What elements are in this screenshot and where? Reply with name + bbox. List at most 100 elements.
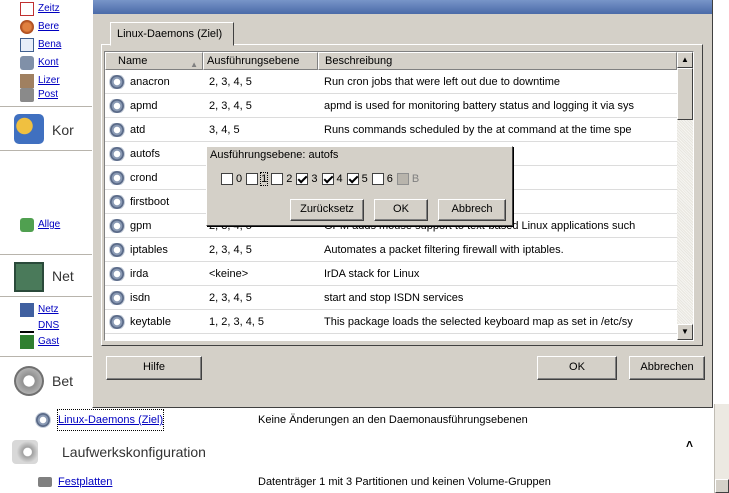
table-row[interactable]: anacron 2, 3, 4, 5 Run cron jobs that were…	[105, 70, 677, 94]
sidebar-link-allgemein[interactable]: Allge	[38, 219, 60, 231]
table-row[interactable]: keytable 1, 2, 3, 4, 5 This package loads …	[105, 310, 677, 334]
reset-button[interactable]: Zurücksetz	[290, 199, 364, 221]
service-name-cell: keytable	[105, 314, 203, 329]
scroll-thumb[interactable]	[677, 68, 693, 120]
section-header-row: Laufwerkskonfiguration ˄	[0, 434, 714, 470]
column-header-name[interactable]: Name ▲	[105, 52, 203, 70]
service-gear-icon	[110, 194, 124, 209]
service-runlevels: 3, 4, 5	[209, 123, 240, 136]
runlevel-label: 6	[386, 173, 393, 185]
sidebar-link-lizenz[interactable]: Lizer	[38, 75, 60, 87]
mail-server-icon	[20, 88, 34, 102]
column-label: Beschreibung	[325, 55, 393, 67]
runlevel-checkbox[interactable]: 3	[296, 173, 318, 185]
runlevel-label: 4	[336, 173, 343, 185]
mail-icon	[20, 38, 34, 52]
divider	[0, 150, 107, 151]
runlevel-checkbox[interactable]: 4	[321, 173, 343, 185]
runlevel-label: 3	[311, 173, 318, 185]
phone-icon	[20, 56, 34, 70]
column-header-description[interactable]: Beschreibung	[318, 52, 677, 70]
dialog-titlebar	[93, 0, 712, 14]
service-runlevels: 2, 3, 4, 5	[209, 291, 252, 304]
sidebar-link-netzwerk[interactable]: Netz	[38, 304, 59, 316]
service-gear-icon	[110, 74, 124, 89]
service-description: IrDA stack for Linux	[324, 267, 420, 280]
service-name-cell: atd	[105, 122, 203, 137]
sidebar-link-postfix[interactable]: Post	[38, 89, 58, 101]
table-row[interactable]: apmd 2, 3, 4, 5 apmd is used for monitorin…	[105, 94, 677, 118]
overview-bottom: Linux-Daemons (Ziel) Keine Änderungen an…	[0, 404, 729, 493]
service-name-cell: anacron	[105, 74, 203, 89]
calendar-icon	[20, 2, 34, 16]
help-button[interactable]: Hilfe	[106, 356, 202, 380]
checkbox-unchecked-icon	[271, 173, 284, 185]
popup-cancel-button[interactable]: Abbrech	[438, 199, 506, 221]
service-name-cell: iptables	[105, 242, 203, 257]
network-icon	[14, 262, 44, 292]
service-description: start and stop ISDN services	[324, 291, 464, 304]
table-row[interactable]: iptables 2, 3, 4, 5 Automates a packet fil…	[105, 238, 677, 262]
sidebar-link-benachrichtigung[interactable]: Bena	[38, 39, 61, 51]
service-description: This package loads the selected keyboard…	[324, 315, 633, 328]
service-runlevels: 2, 3, 4, 5	[209, 99, 252, 112]
checkbox-checked-icon	[296, 173, 309, 185]
dns-icon	[20, 319, 34, 333]
table-row[interactable]: irda <keine> IrDA stack for Linux	[105, 262, 677, 286]
runlevel-label: 1	[260, 172, 269, 186]
gateway-icon	[20, 335, 34, 349]
sidebar-link-dns[interactable]: DNS	[38, 320, 59, 332]
service-name: irda	[130, 267, 149, 280]
service-gear-icon	[110, 218, 124, 233]
column-header-level[interactable]: Ausführungsebene	[203, 52, 318, 70]
license-icon	[20, 74, 34, 88]
service-description: Automates a packet filtering firewall wi…	[324, 243, 564, 256]
cancel-button[interactable]: Abbrechen	[629, 356, 705, 380]
sidebar-link-gateway[interactable]: Gast	[38, 336, 59, 348]
network-card-icon	[20, 303, 34, 317]
service-name: keytable	[130, 315, 171, 328]
festplatten-link[interactable]: Festplatten	[58, 472, 112, 492]
service-name: isdn	[130, 291, 151, 304]
sidebar-link-benutzer[interactable]: Bere	[38, 21, 59, 33]
service-gear-icon	[110, 98, 124, 113]
service-runlevels: 2, 3, 4, 5	[209, 243, 252, 256]
service-name-cell: firstboot	[105, 194, 203, 209]
service-name: autofs	[130, 147, 160, 160]
popup-ok-button[interactable]: OK	[374, 199, 428, 221]
overview-row: Festplatten Datenträger 1 mit 3 Partitio…	[0, 472, 714, 492]
ok-button[interactable]: OK	[537, 356, 617, 380]
linux-daemons-summary: Keine Änderungen an den Daemonausführung…	[258, 414, 528, 426]
divider	[0, 254, 107, 255]
service-gear-icon	[110, 314, 124, 329]
scroll-down-button[interactable]	[715, 479, 729, 493]
runlevel-label: 5	[361, 173, 368, 185]
linux-daemons-link[interactable]: Linux-Daemons (Ziel)	[56, 409, 165, 431]
table-row[interactable]: atd 3, 4, 5 Runs commands scheduled by the…	[105, 118, 677, 142]
scroll-up-button[interactable]: ▲	[677, 52, 693, 68]
service-name-cell: autofs	[105, 146, 203, 161]
table-scrollbar[interactable]: ▲ ▼	[677, 52, 693, 340]
scroll-down-button[interactable]: ▼	[677, 324, 693, 340]
service-name-cell: gpm	[105, 218, 203, 233]
runlevel-checkbox[interactable]: 0	[221, 173, 242, 185]
service-runlevels: 2, 3, 4, 5	[209, 75, 252, 88]
service-name-cell: crond	[105, 170, 203, 185]
runlevel-checkbox[interactable]: 1	[246, 172, 269, 186]
runlevel-checkbox[interactable]: 6	[371, 173, 393, 185]
service-gear-icon	[110, 266, 124, 281]
service-name: anacron	[130, 75, 170, 88]
runlevel-checkbox[interactable]: 5	[346, 173, 368, 185]
runlevel-checkbox[interactable]: 2	[271, 173, 292, 185]
runlevel-label: B	[411, 173, 420, 185]
checkbox-unchecked-icon	[246, 173, 259, 185]
overview-scrollbar[interactable]	[714, 404, 729, 493]
service-description: apmd is used for monitoring battery stat…	[324, 99, 634, 112]
sidebar-link-kontakt[interactable]: Kont	[38, 57, 59, 69]
collapse-chevron-icon[interactable]: ˄	[686, 426, 693, 462]
service-name-cell: isdn	[105, 290, 203, 305]
sidebar-link-zeitzone[interactable]: Zeitz	[38, 3, 60, 15]
checkbox-unchecked-icon	[396, 173, 409, 185]
tab-linux-daemons[interactable]: Linux-Daemons (Ziel)	[110, 22, 234, 46]
table-row[interactable]: isdn 2, 3, 4, 5 start and stop ISDN servic…	[105, 286, 677, 310]
